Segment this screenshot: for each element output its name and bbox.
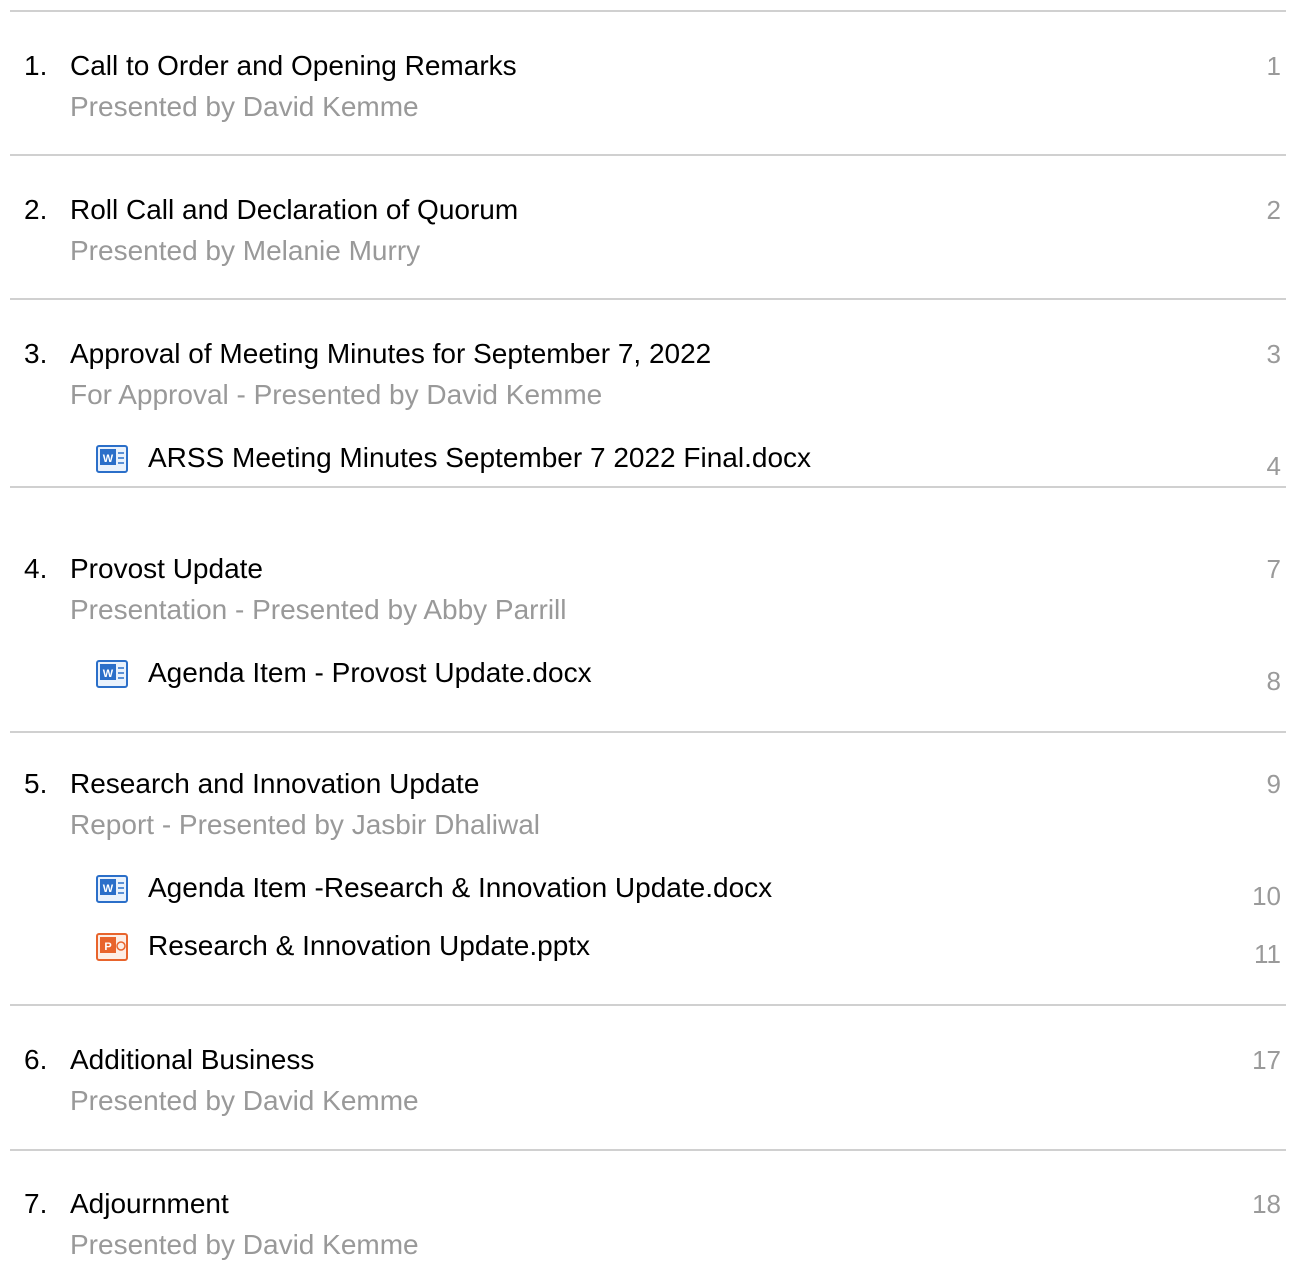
item-presenter: For Approval - Presented by David Kemme — [70, 379, 603, 410]
word-doc-icon: W — [96, 660, 128, 688]
word-doc-icon: W — [96, 875, 128, 903]
attachment-row[interactable]: W Agenda Item -Research & Innovation Upd… — [0, 871, 1292, 911]
agenda-item[interactable]: 6. Additional Business 17 Presented by D… — [0, 1043, 1292, 1133]
powerpoint-icon: P — [96, 933, 128, 961]
page-number: 8 — [1266, 666, 1281, 696]
divider — [10, 1149, 1286, 1151]
agenda-item[interactable]: 1. Call to Order and Opening Remarks 1 P… — [0, 49, 1292, 139]
item-number: 3. — [24, 338, 48, 369]
svg-text:W: W — [103, 883, 114, 895]
item-title[interactable]: Roll Call and Declaration of Quorum — [70, 193, 518, 227]
attachment-row[interactable]: P Research & Innovation Update.pptx 11 — [0, 929, 1292, 969]
page-number: 7 — [1266, 554, 1281, 584]
item-title[interactable]: Provost Update — [70, 552, 263, 586]
page-number: 11 — [1254, 939, 1281, 969]
divider — [10, 298, 1286, 300]
attachment-row[interactable]: W ARSS Meeting Minutes September 7 2022 … — [0, 441, 1292, 481]
item-presenter: Presented by David Kemme — [70, 1229, 419, 1260]
item-presenter: Presented by David Kemme — [70, 1085, 419, 1116]
svg-text:W: W — [103, 668, 114, 680]
item-presenter: Presented by Melanie Murry — [70, 235, 421, 266]
page-number: 2 — [1266, 195, 1281, 225]
item-title[interactable]: Approval of Meeting Minutes for Septembe… — [70, 337, 711, 371]
attachment-row[interactable]: W Agenda Item - Provost Update.docx 8 — [0, 656, 1292, 696]
agenda-item[interactable]: 5. Research and Innovation Update 9 Repo… — [0, 767, 1292, 977]
item-title[interactable]: Research and Innovation Update — [70, 767, 479, 801]
page-number: 17 — [1252, 1045, 1281, 1075]
svg-text:W: W — [103, 453, 114, 465]
divider — [10, 731, 1286, 733]
page-number: 1 — [1266, 51, 1281, 81]
item-number: 7. — [24, 1188, 48, 1219]
item-title[interactable]: Additional Business — [70, 1043, 314, 1077]
item-presenter: Report - Presented by Jasbir Dhaliwal — [70, 809, 540, 840]
item-presenter: Presentation - Presented by Abby Parrill — [70, 594, 567, 625]
page-number: 18 — [1252, 1189, 1281, 1219]
item-number: 4. — [24, 553, 48, 584]
page-number: 10 — [1252, 881, 1281, 911]
agenda-item[interactable]: 4. Provost Update 7 Presentation - Prese… — [0, 552, 1292, 696]
attachment-link[interactable]: Research & Innovation Update.pptx — [148, 929, 590, 963]
divider — [10, 486, 1286, 488]
item-number: 6. — [24, 1044, 48, 1075]
item-presenter: Presented by David Kemme — [70, 91, 419, 122]
agenda-item[interactable]: 2. Roll Call and Declaration of Quorum 2… — [0, 193, 1292, 283]
attachment-link[interactable]: Agenda Item - Provost Update.docx — [148, 656, 592, 690]
svg-text:P: P — [104, 941, 111, 953]
attachment-link[interactable]: Agenda Item -Research & Innovation Updat… — [148, 871, 772, 905]
agenda-item[interactable]: 7. Adjournment 18 Presented by David Kem… — [0, 1187, 1292, 1277]
agenda-item[interactable]: 3. Approval of Meeting Minutes for Septe… — [0, 337, 1292, 481]
item-title[interactable]: Adjournment — [70, 1187, 229, 1221]
page-number: 4 — [1266, 451, 1281, 481]
page-number: 3 — [1266, 339, 1281, 369]
divider — [10, 154, 1286, 156]
item-number: 2. — [24, 194, 48, 225]
item-title[interactable]: Call to Order and Opening Remarks — [70, 49, 517, 83]
page-number: 9 — [1266, 769, 1281, 799]
divider — [10, 10, 1286, 12]
item-number: 5. — [24, 768, 48, 799]
item-number: 1. — [24, 50, 48, 81]
attachment-link[interactable]: ARSS Meeting Minutes September 7 2022 Fi… — [148, 441, 811, 475]
divider — [10, 1004, 1286, 1006]
word-doc-icon: W — [96, 445, 128, 473]
